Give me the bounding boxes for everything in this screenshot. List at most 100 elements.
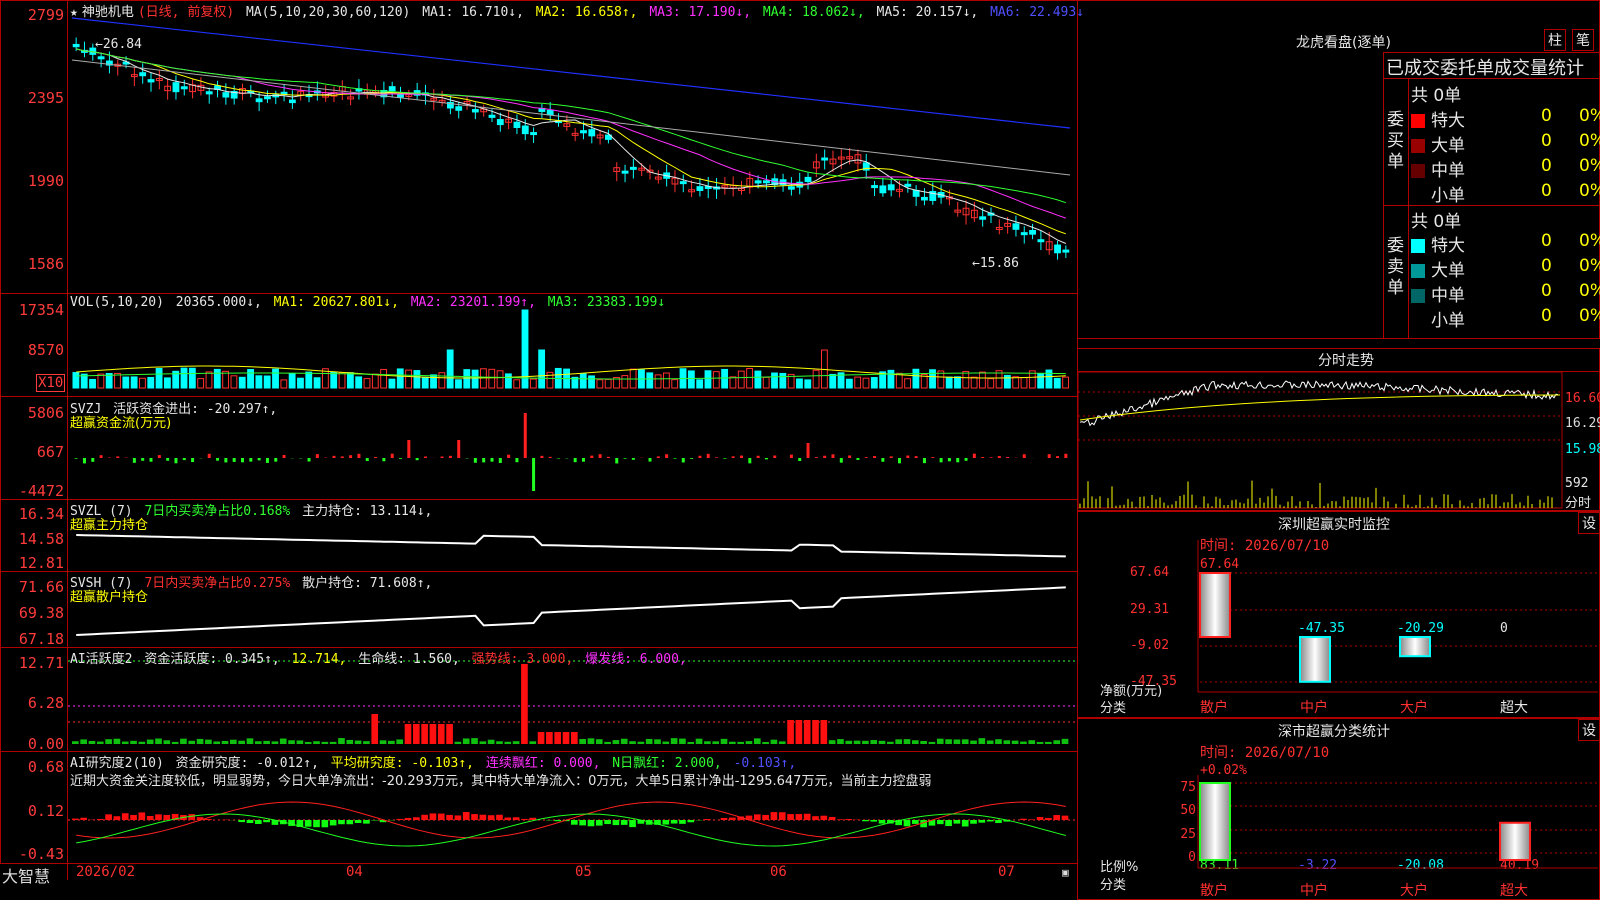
svzj-axis-2: 667	[36, 443, 64, 461]
row-count: 0	[1541, 181, 1552, 201]
activity-bar	[329, 741, 337, 744]
activity-bar	[138, 741, 146, 744]
volume-bar	[729, 376, 737, 389]
volume-bar	[596, 379, 604, 389]
research-bar	[845, 819, 853, 820]
sell-label: 委卖单	[1387, 236, 1404, 298]
research-bar	[978, 820, 986, 823]
activity-bar	[995, 739, 1002, 744]
candle-body	[264, 96, 271, 100]
ma3-value: MA3: 17.190↓,	[649, 5, 752, 20]
research-bar	[396, 818, 404, 820]
svzj-axis-1: 5806	[27, 404, 64, 422]
research-bar	[662, 820, 670, 825]
ai-research-axis-1: 0.68	[27, 758, 64, 776]
volume-bar	[887, 369, 895, 389]
volume-bar	[247, 369, 254, 389]
research-bar	[138, 812, 146, 820]
volume-bar	[396, 368, 404, 389]
activity-bar	[354, 740, 362, 744]
activity-bar	[429, 724, 437, 744]
ai-research-l1: 资金研究度: -0.012↑,	[175, 756, 319, 771]
research-bar	[629, 820, 636, 828]
volume-bar	[737, 370, 745, 389]
research-bar	[986, 820, 994, 822]
volume-bar	[646, 372, 654, 389]
research-bar	[1020, 818, 1027, 820]
ma-line	[76, 48, 1066, 204]
ai-research-title: AI研究度2(10)	[70, 756, 164, 771]
row-pct: 0%	[1579, 281, 1600, 301]
research-bar	[770, 812, 778, 820]
volume-bar	[796, 378, 803, 389]
sz-class-axis-1: 75	[1180, 780, 1196, 795]
buy-label: 委买单	[1387, 110, 1404, 172]
candle-body	[904, 183, 912, 187]
candle-body	[521, 125, 529, 135]
volume-bar	[263, 375, 271, 389]
activity-bar	[961, 739, 969, 744]
volume-bar	[771, 372, 778, 389]
activity-bar	[853, 740, 861, 744]
sz-monitor-axis-3: -9.02	[1130, 638, 1170, 653]
row-label: 特大	[1431, 236, 1465, 256]
activity-bar	[1036, 741, 1044, 744]
sell-row: 特大 0 0%	[1411, 231, 1600, 256]
volume-bar	[954, 376, 961, 389]
volume-bar	[330, 371, 338, 389]
volume-bar	[363, 378, 371, 389]
candle-body	[763, 180, 770, 184]
research-bar	[970, 820, 977, 824]
activity-bar	[471, 738, 478, 744]
candle-body	[72, 43, 80, 48]
volume-bar	[188, 367, 196, 389]
activity-bar	[437, 724, 445, 744]
activity-bar	[895, 739, 903, 744]
volume-bar	[845, 378, 853, 389]
candle-body	[147, 79, 155, 83]
vol-ma1: MA1: 20627.801↓,	[273, 295, 399, 310]
volume-bar	[621, 375, 629, 389]
activity-bar	[1011, 740, 1019, 744]
row-label: 中单	[1431, 161, 1465, 181]
research-bar	[329, 820, 337, 826]
volume-bar	[139, 377, 146, 389]
volume-bar	[854, 376, 862, 389]
research-bar	[604, 820, 611, 825]
candle-body	[546, 109, 554, 116]
kline-axis-3: 1990	[27, 172, 64, 190]
activity-bar	[546, 732, 553, 744]
sz-class-cat-label: 分类	[1100, 878, 1127, 893]
activity-bar	[1053, 740, 1061, 744]
svzl-ratio: 7日内买卖净占比0.168%	[144, 504, 291, 519]
activity-bar	[571, 732, 578, 744]
activity-bar	[729, 741, 736, 744]
low-price-label: ←15.86	[972, 256, 1019, 271]
activity-bar	[770, 739, 778, 744]
sz-monitor-title: 深圳超赢实时监控	[1278, 517, 1390, 533]
sz-monitor-value-label-2: -47.35	[1298, 621, 1345, 636]
activity-bar	[654, 739, 661, 744]
candle-body	[1054, 244, 1061, 254]
volume-bar	[355, 376, 363, 389]
volume-bar	[72, 372, 80, 389]
sell-color-swatch	[1411, 239, 1425, 253]
activity-bar	[720, 738, 728, 744]
volume-bar	[297, 377, 304, 389]
buy-row: 大单 0 0%	[1411, 131, 1600, 156]
volume-bar	[895, 372, 903, 389]
activity-bar	[313, 741, 320, 744]
candle-body	[139, 72, 147, 77]
volume-bar	[970, 376, 978, 389]
activity-bar	[296, 740, 304, 744]
svzl-hold: 主力持仓: 13.114↓,	[302, 504, 433, 519]
research-bar	[130, 814, 137, 820]
row-label: 特大	[1431, 111, 1465, 131]
activity-bar	[412, 724, 420, 744]
ai-active-axis-3: 0.00	[27, 735, 64, 753]
activity-bar	[587, 738, 595, 744]
ma-line	[76, 48, 1066, 235]
volume-bar	[671, 379, 679, 389]
volume-bar	[929, 369, 936, 389]
research-bar	[412, 817, 420, 820]
